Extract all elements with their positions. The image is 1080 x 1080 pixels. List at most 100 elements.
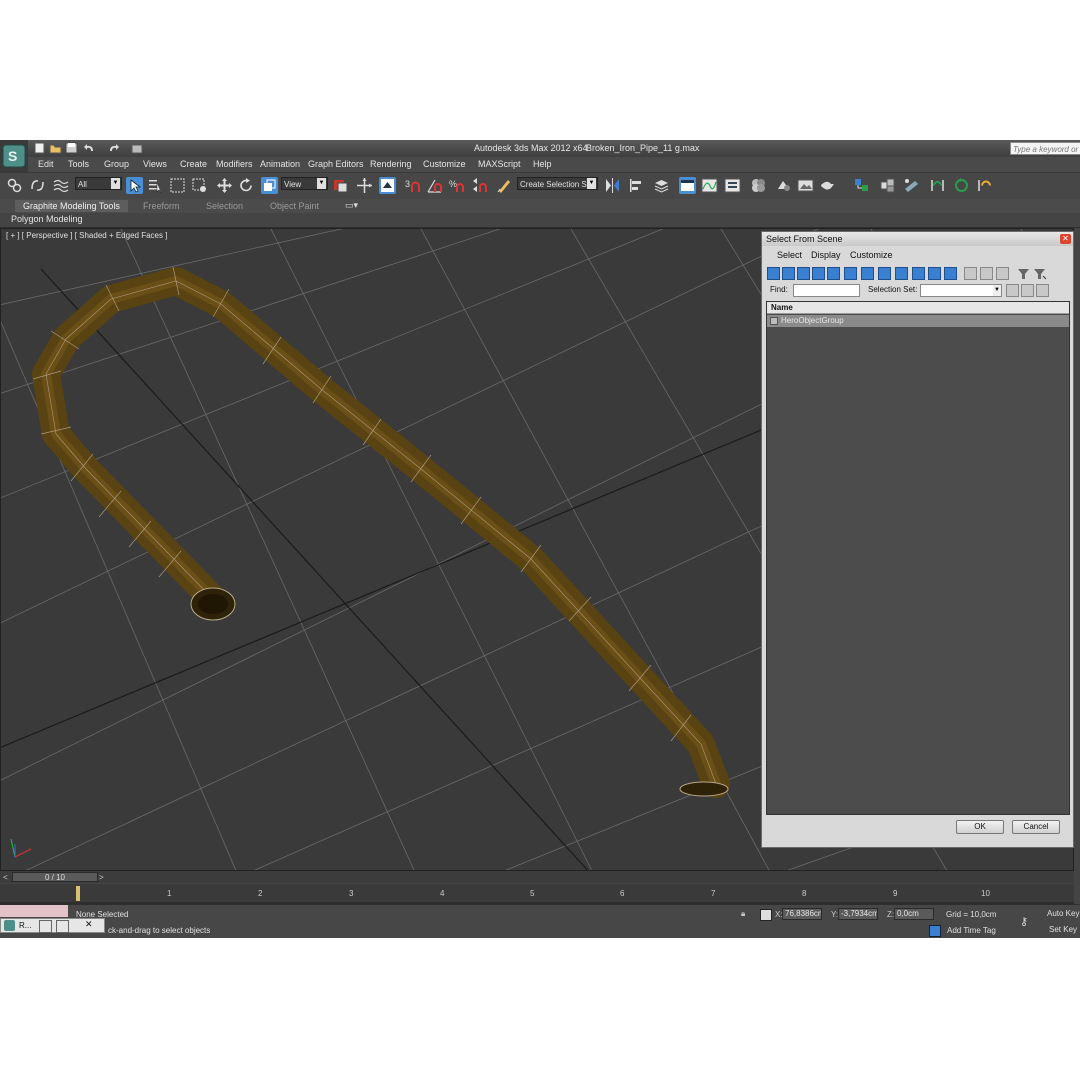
- display-cameras-icon[interactable]: [812, 267, 825, 280]
- viewport-label[interactable]: [ + ] [ Perspective ] [ Shaded + Edged F…: [6, 231, 167, 240]
- animation-layers-icon[interactable]: [976, 177, 993, 194]
- rectangular-selection-icon[interactable]: [169, 177, 186, 194]
- particle-view-icon[interactable]: [903, 177, 920, 194]
- graphite-toggle-icon[interactable]: [679, 177, 696, 194]
- percent-snap-icon[interactable]: %: [449, 177, 466, 194]
- menu-customize[interactable]: Customize: [423, 159, 466, 169]
- filter-options-icon[interactable]: [1033, 267, 1047, 280]
- select-none-icon[interactable]: [1021, 284, 1034, 297]
- column-header-name[interactable]: Name: [767, 302, 1069, 314]
- close-icon[interactable]: ✕: [1060, 234, 1071, 244]
- x-coordinate-field[interactable]: 76,8386cm: [782, 908, 822, 920]
- dialog-menu-display[interactable]: Display: [811, 250, 841, 260]
- display-helpers-icon[interactable]: [827, 267, 840, 280]
- menu-help[interactable]: Help: [533, 159, 552, 169]
- menu-modifiers[interactable]: Modifiers: [216, 159, 253, 169]
- tab-freeform[interactable]: Freeform: [135, 200, 188, 212]
- display-hidden-icon[interactable]: [944, 267, 957, 280]
- menu-animation[interactable]: Animation: [260, 159, 300, 169]
- hierarchy-sync-icon[interactable]: [953, 177, 970, 194]
- render-setup-icon[interactable]: [775, 177, 792, 194]
- trackbar[interactable]: 1 2 3 4 5 6 7 8 9 10: [0, 884, 1074, 904]
- keyboard-shortcut-override-icon[interactable]: [379, 177, 396, 194]
- absolute-mode-icon[interactable]: [760, 909, 772, 921]
- menu-maxscript[interactable]: MAXScript: [478, 159, 521, 169]
- curve-editor-icon[interactable]: [701, 177, 718, 194]
- tab-object-paint[interactable]: Object Paint: [262, 200, 327, 212]
- scene-explorer-icon[interactable]: [853, 177, 870, 194]
- bind-space-warp-icon[interactable]: [52, 177, 69, 194]
- selection-filter-dropdown[interactable]: All ▼: [75, 177, 122, 190]
- save-icon[interactable]: [65, 142, 78, 154]
- select-manipulate-icon[interactable]: [356, 177, 373, 194]
- tab-graphite-modeling-tools[interactable]: Graphite Modeling Tools: [15, 200, 128, 212]
- schematic-view-icon[interactable]: [724, 177, 741, 194]
- auto-key-button[interactable]: Auto Key: [1047, 909, 1079, 918]
- menu-rendering[interactable]: Rendering: [370, 159, 412, 169]
- angle-snap-icon[interactable]: [426, 177, 443, 194]
- find-input[interactable]: [793, 284, 860, 297]
- render-production-icon[interactable]: [819, 177, 836, 194]
- edit-named-selection-icon[interactable]: [496, 177, 513, 194]
- tab-selection[interactable]: Selection: [198, 200, 251, 212]
- snaps-toggle-icon[interactable]: 3: [404, 177, 421, 194]
- dialog-menu-select[interactable]: Select: [777, 250, 802, 260]
- display-space-warps-icon[interactable]: [844, 267, 857, 280]
- y-coordinate-field[interactable]: -3,7934cm: [838, 908, 878, 920]
- dialog-menu-customize[interactable]: Customize: [850, 250, 893, 260]
- set-key-button[interactable]: Set Key: [1049, 925, 1077, 934]
- unlink-icon[interactable]: [29, 177, 46, 194]
- selection-set-dropdown[interactable]: ▼: [920, 284, 1002, 297]
- scale-icon[interactable]: [261, 177, 278, 194]
- time-slider[interactable]: < 0 / 10 >: [0, 871, 1074, 883]
- add-time-tag[interactable]: Add Time Tag: [947, 926, 996, 935]
- select-object-icon[interactable]: [126, 177, 143, 194]
- maxscript-listener-mini[interactable]: [0, 905, 68, 917]
- app-menu-button[interactable]: S: [0, 140, 28, 174]
- open-file-icon[interactable]: [49, 142, 62, 154]
- mirror-icon[interactable]: [604, 177, 621, 194]
- undo-icon[interactable]: [83, 142, 96, 154]
- display-all-icon[interactable]: [964, 267, 977, 280]
- menu-views[interactable]: Views: [143, 159, 167, 169]
- align-icon[interactable]: [627, 177, 644, 194]
- reference-coord-dropdown[interactable]: View ▼: [281, 177, 328, 190]
- redo-icon[interactable]: [107, 142, 120, 154]
- display-xrefs-icon[interactable]: [878, 267, 891, 280]
- cancel-button[interactable]: Cancel: [1012, 820, 1060, 834]
- spinner-snap-icon[interactable]: [471, 177, 488, 194]
- key-icon[interactable]: ⚷: [1020, 915, 1028, 928]
- polygon-modeling-panel-label[interactable]: Polygon Modeling: [11, 214, 83, 224]
- project-folder-icon[interactable]: [131, 142, 144, 154]
- ribbon-options-icon[interactable]: ▭▾: [345, 200, 358, 211]
- menu-edit[interactable]: Edit: [38, 159, 54, 169]
- taskbar-app-button[interactable]: R... ✕: [0, 918, 105, 933]
- menu-create[interactable]: Create: [180, 159, 207, 169]
- move-icon[interactable]: [216, 177, 233, 194]
- restore-icon[interactable]: [39, 920, 52, 933]
- rendered-frame-window-icon[interactable]: [797, 177, 814, 194]
- link-icon[interactable]: [6, 177, 23, 194]
- new-file-icon[interactable]: [33, 142, 46, 154]
- material-editor-icon[interactable]: [750, 177, 767, 194]
- named-selection-set-dropdown[interactable]: Create Selection Se ▼: [517, 177, 598, 190]
- lock-icon[interactable]: 🔒︎: [741, 909, 745, 919]
- display-geometry-icon[interactable]: [767, 267, 780, 280]
- menu-tools[interactable]: Tools: [68, 159, 89, 169]
- display-none-icon[interactable]: [980, 267, 993, 280]
- display-groups-icon[interactable]: [861, 267, 874, 280]
- display-invert-icon[interactable]: [996, 267, 1009, 280]
- ok-button[interactable]: OK: [956, 820, 1004, 834]
- time-tag-icon[interactable]: [929, 925, 941, 937]
- search-input[interactable]: Type a keyword or p: [1010, 142, 1080, 155]
- pivot-center-icon[interactable]: [332, 177, 349, 194]
- menu-group[interactable]: Group: [104, 159, 129, 169]
- display-containers-icon[interactable]: [912, 267, 925, 280]
- containers-icon[interactable]: [879, 177, 896, 194]
- select-all-icon[interactable]: [1006, 284, 1019, 297]
- time-slider-prev-button[interactable]: <: [3, 873, 8, 882]
- display-frozen-icon[interactable]: [928, 267, 941, 280]
- rotate-icon[interactable]: [238, 177, 255, 194]
- time-slider-thumb[interactable]: 0 / 10: [12, 872, 98, 882]
- menu-graph-editors[interactable]: Graph Editors: [308, 159, 364, 169]
